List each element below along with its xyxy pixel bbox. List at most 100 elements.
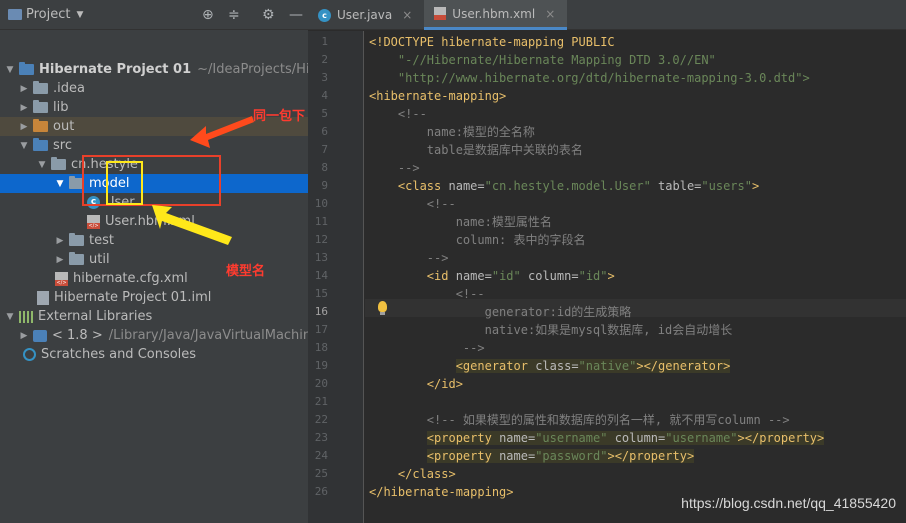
project-folder-icon — [19, 62, 34, 75]
annotation-same-package: 同一包下 — [253, 109, 306, 124]
code-line[interactable]: </hibernate-mapping> — [369, 483, 514, 501]
jdk-icon — [33, 329, 47, 342]
code-line[interactable]: --> — [369, 339, 485, 357]
tab-user-hbm-xml[interactable]: User.hbm.xml × — [424, 0, 568, 30]
line-number: 14 — [314, 269, 328, 282]
code-line[interactable]: <generator class="native"></generator> — [369, 357, 731, 375]
chevron-down-icon[interactable]: ▼ — [4, 312, 16, 322]
line-number: 5 — [321, 107, 328, 120]
code-line[interactable]: <class name="cn.hestyle.model.User" tabl… — [369, 177, 759, 195]
chevron-right-icon[interactable]: ▶ — [54, 236, 66, 246]
tree-item-scratches[interactable]: Scratches and Consoles — [0, 345, 308, 364]
collapse-all-icon[interactable]: ≑ — [228, 7, 240, 23]
code-line[interactable]: </id> — [369, 375, 463, 393]
chevron-down-icon[interactable]: ▼ — [54, 179, 66, 189]
code-line[interactable]: --> — [369, 249, 449, 267]
xml-file-icon — [55, 271, 68, 286]
java-class-icon: c — [318, 8, 331, 22]
chevron-right-icon[interactable]: ▶ — [54, 255, 66, 265]
code-line[interactable]: <!-- — [369, 105, 427, 123]
code-line[interactable]: <!DOCTYPE hibernate-mapping PUBLIC — [369, 33, 615, 51]
package-icon — [69, 252, 84, 265]
line-number: 7 — [321, 143, 328, 156]
code-line[interactable]: generator:id的生成策略 — [369, 303, 632, 321]
line-number: 16 — [314, 305, 328, 318]
code-line[interactable]: --> — [369, 159, 420, 177]
project-panel-header: Project ▼ ⊕ ≑ ⚙ — — [0, 0, 308, 30]
editor-area: c User.java × User.hbm.xml × 1 2 3 4 5 6 7 8 9 10… — [308, 0, 906, 523]
line-number: 20 — [314, 377, 328, 390]
code-line[interactable]: <hibernate-mapping> — [369, 87, 506, 105]
folder-orange-icon — [33, 119, 48, 132]
chevron-down-icon[interactable]: ▼ — [76, 10, 83, 20]
tree-item-external-libraries[interactable]: ▼ External Libraries — [0, 307, 308, 326]
package-icon — [51, 157, 66, 170]
xml-file-icon — [434, 7, 447, 20]
close-icon[interactable]: × — [402, 8, 412, 22]
tab-user-java[interactable]: c User.java × — [308, 0, 424, 30]
tree-item-idea[interactable]: ▶ .idea — [0, 79, 308, 98]
code-line[interactable]: name:模型的全名称 — [369, 123, 535, 141]
line-number: 10 — [314, 197, 328, 210]
tree-item-src[interactable]: ▼ src — [0, 136, 308, 155]
code-line[interactable]: "http://www.hibernate.org/dtd/hibernate-… — [369, 69, 810, 87]
editor-tabs: c User.java × User.hbm.xml × — [308, 0, 906, 30]
annotation-red-box — [82, 155, 221, 206]
line-number: 23 — [314, 431, 328, 444]
folder-icon — [33, 81, 48, 94]
line-number: 11 — [314, 215, 328, 228]
annotation-yellow-arrow — [152, 205, 232, 245]
chevron-right-icon[interactable]: ▶ — [18, 84, 30, 94]
code-line[interactable]: <property name="password"></property> — [369, 447, 695, 465]
scratches-icon — [23, 348, 36, 361]
tree-item-iml[interactable]: Hibernate Project 01.iml — [0, 288, 308, 307]
project-icon — [8, 9, 22, 20]
line-number: 18 — [314, 341, 328, 354]
line-number: 2 — [321, 53, 328, 66]
chevron-right-icon[interactable]: ▶ — [18, 103, 30, 113]
line-number-gutter: 1 2 3 4 5 6 7 8 9 10 11 12 13 14 15 16 17 18 19 20 21 22 23 24 2… — [308, 31, 364, 523]
line-number: 15 — [314, 287, 328, 300]
code-line[interactable]: <property name="username" column="userna… — [369, 429, 825, 447]
line-number: 12 — [314, 233, 328, 246]
library-icon — [19, 310, 33, 323]
code-line[interactable]: column: 表中的字段名 — [369, 231, 586, 249]
locate-target-icon[interactable]: ⊕ — [202, 7, 214, 23]
code-line[interactable]: name:模型属性名 — [369, 213, 552, 231]
folder-icon — [33, 100, 48, 113]
line-number: 17 — [314, 323, 328, 336]
project-panel-title[interactable]: Project — [26, 7, 70, 22]
tree-item-jdk[interactable]: ▶ < 1.8 > /Library/Java/JavaVirtualMachi… — [0, 326, 308, 345]
code-line[interactable]: <!-- — [369, 195, 456, 213]
project-tool-window: Project ▼ ⊕ ≑ ⚙ — ▼ Hibernate Project 01… — [0, 0, 308, 523]
chevron-right-icon[interactable]: ▶ — [18, 122, 30, 132]
source-folder-icon — [33, 138, 48, 151]
code-line[interactable]: native:如果是mysql数据库, id会自动增长 — [369, 321, 733, 339]
hide-panel-icon[interactable]: — — [289, 7, 303, 23]
annotation-model-name: 模型名 — [226, 264, 266, 279]
line-number: 21 — [314, 395, 328, 408]
code-line[interactable]: <!-- — [369, 285, 485, 303]
annotation-red-arrow — [190, 116, 254, 148]
code-line[interactable]: "-//Hibernate/Hibernate Mapping DTD 3.0/… — [369, 51, 716, 69]
tree-item-project-root[interactable]: ▼ Hibernate Project 01 ~/IdeaProjects/Hi… — [0, 60, 308, 79]
watermark: https://blog.csdn.net/qq_41855420 — [681, 495, 896, 511]
chevron-down-icon[interactable]: ▼ — [4, 65, 16, 75]
line-number: 22 — [314, 413, 328, 426]
chevron-down-icon[interactable]: ▼ — [36, 160, 48, 170]
gear-icon[interactable]: ⚙ — [262, 7, 275, 23]
line-number: 8 — [321, 161, 328, 174]
close-icon[interactable]: × — [545, 7, 555, 21]
line-number: 6 — [321, 125, 328, 138]
code-line[interactable]: <!-- 如果模型的属性和数据库的列名一样, 就不用写column --> — [369, 411, 790, 429]
code-line[interactable]: </class> — [369, 465, 456, 483]
code-line[interactable]: table是数据库中关联的表名 — [369, 141, 583, 159]
intention-bulb-icon[interactable] — [378, 301, 387, 315]
chevron-down-icon[interactable]: ▼ — [18, 141, 30, 151]
code-editor[interactable]: <!DOCTYPE hibernate-mapping PUBLIC "-//H… — [365, 31, 906, 523]
chevron-right-icon[interactable]: ▶ — [18, 331, 30, 341]
line-number: 9 — [321, 179, 328, 192]
code-line[interactable]: <id name="id" column="id"> — [369, 267, 615, 285]
line-number: 1 — [321, 35, 328, 48]
line-number: 4 — [321, 89, 328, 102]
